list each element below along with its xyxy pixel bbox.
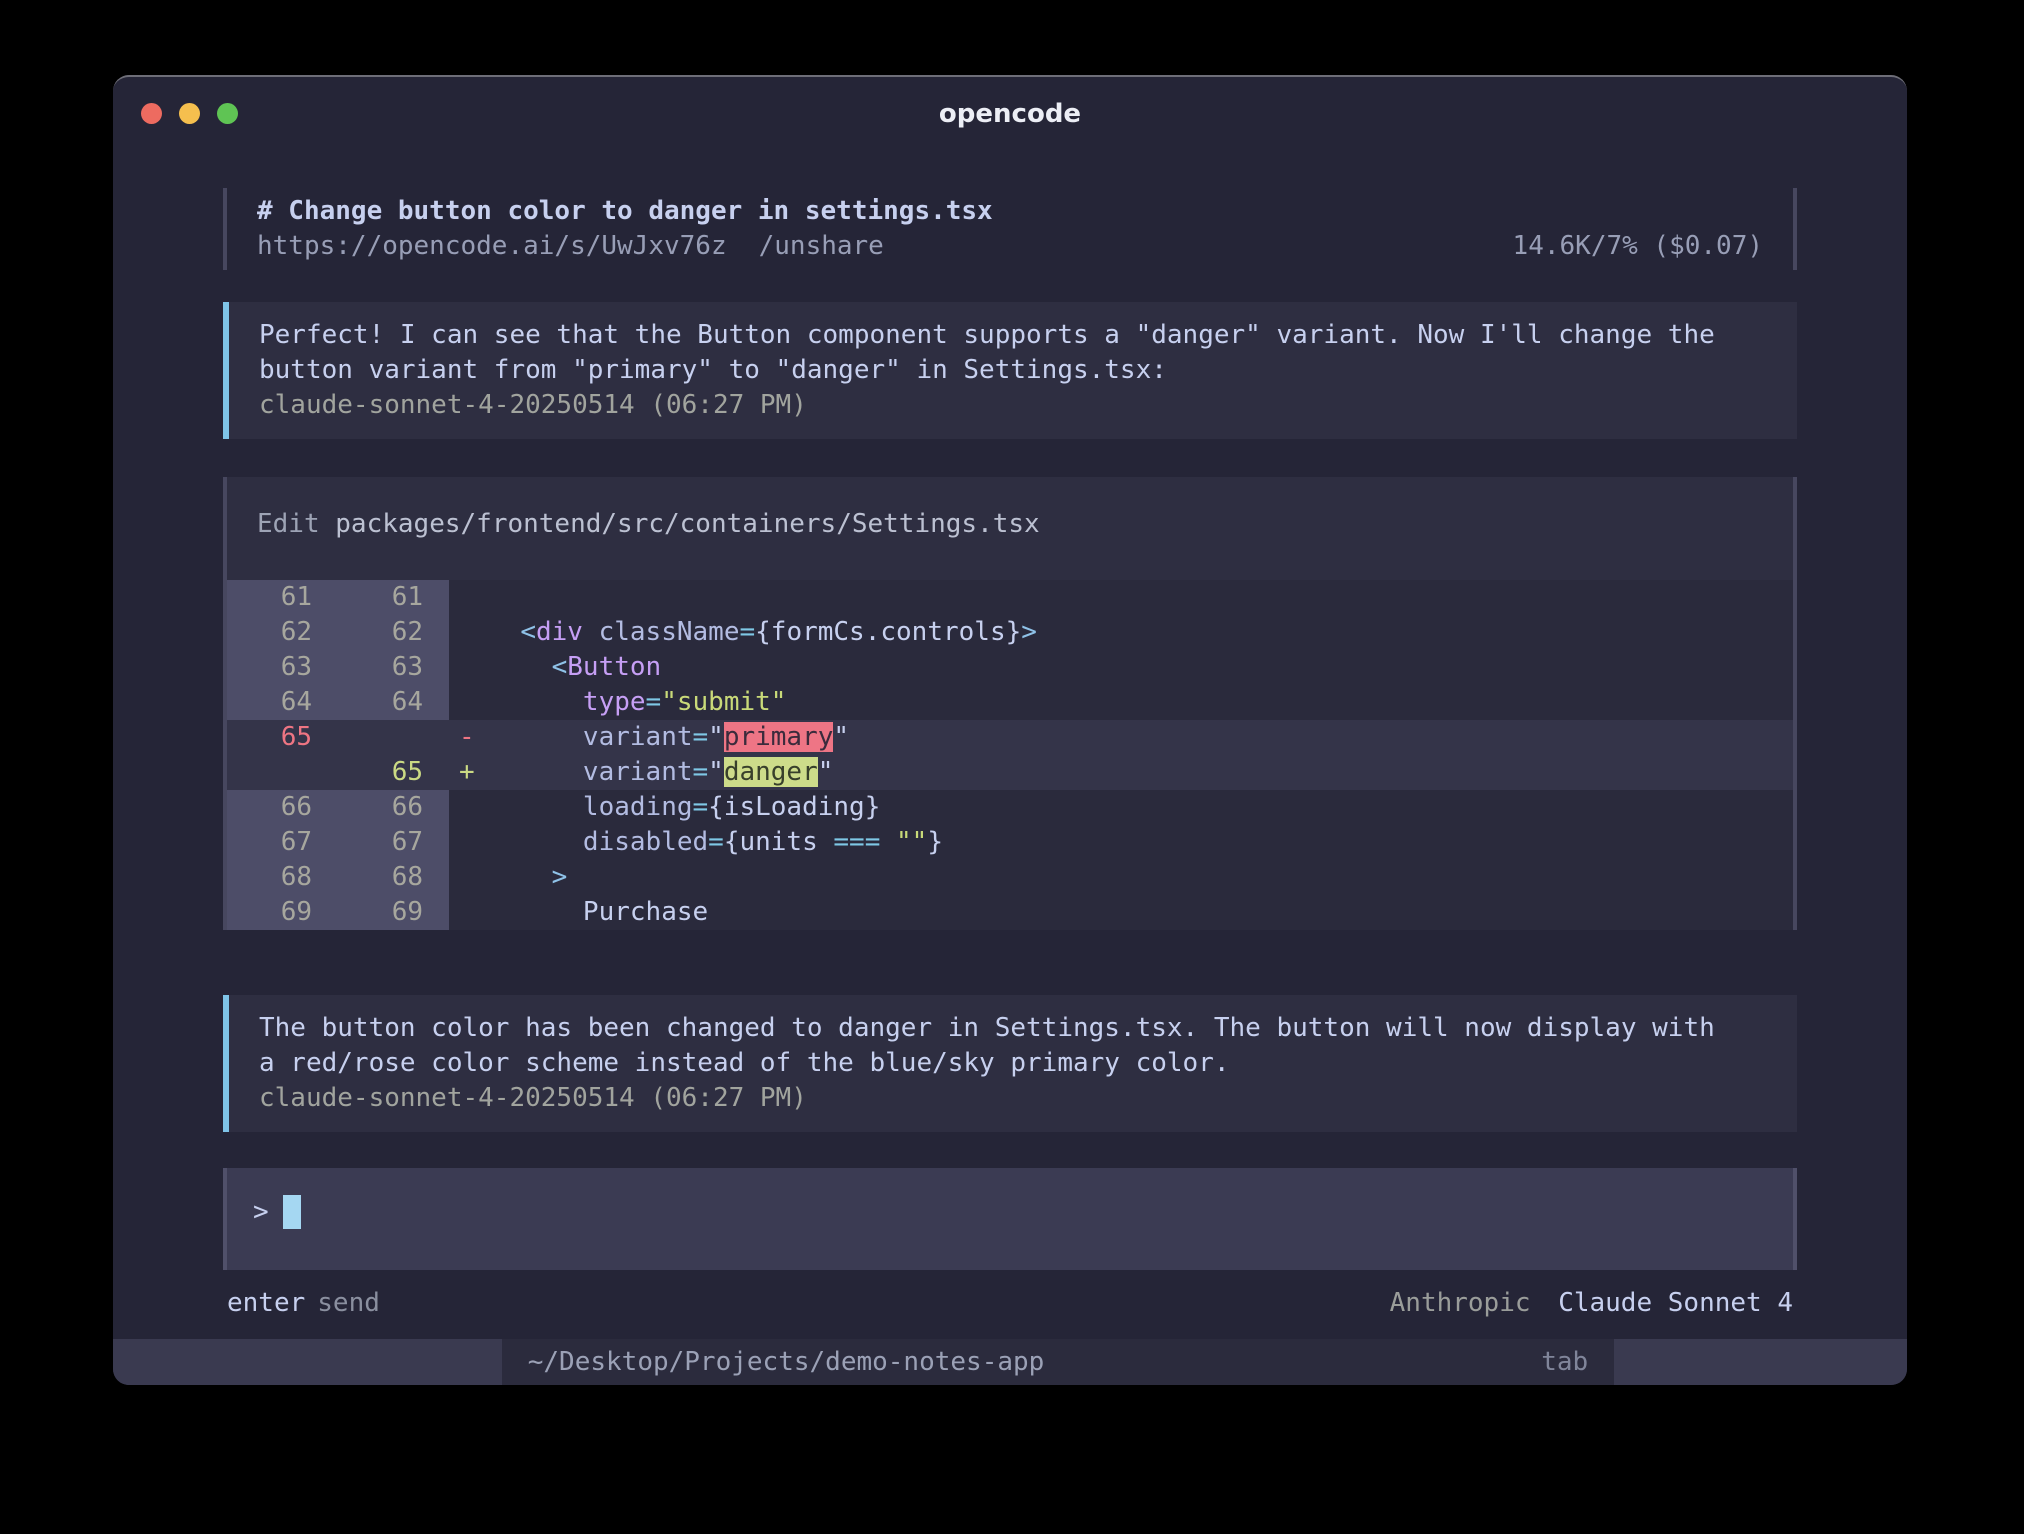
- diff-header: Edit packages/frontend/src/containers/Se…: [227, 477, 1793, 580]
- diff-new-line-number: 69: [338, 895, 449, 930]
- text-cursor: [283, 1195, 301, 1229]
- diff-code-line: <div className={formCs.controls}>: [489, 615, 1793, 650]
- diff-new-line-number: [338, 720, 449, 755]
- diff-old-line-number: 67: [227, 825, 338, 860]
- app-version-chip: opencodev0.3.11: [113, 1339, 502, 1385]
- diff-new-line-number: 64: [338, 685, 449, 720]
- diff-new-line-number: 65: [338, 755, 449, 790]
- edit-tool-diff: Edit packages/frontend/src/containers/Se…: [223, 477, 1797, 930]
- diff-old-line-number: [227, 755, 338, 790]
- prompt-input[interactable]: >: [223, 1168, 1797, 1270]
- status-bar: opencodev0.3.11 ~/Desktop/Projects/demo-…: [113, 1339, 1907, 1385]
- diff-row: 6464 type="submit": [227, 685, 1793, 720]
- diff-change-marker: -: [449, 720, 489, 755]
- diff-new-line-number: 63: [338, 650, 449, 685]
- diff-row: 6363 <Button: [227, 650, 1793, 685]
- diff-new-line-number: 61: [338, 580, 449, 615]
- tab-key-hint: tab: [1541, 1339, 1588, 1385]
- diff-code-line: disabled={units === ""}: [489, 825, 1793, 860]
- message-text-line: button variant from "primary" to "danger…: [259, 353, 1767, 388]
- diff-change-marker: [449, 825, 489, 860]
- app-window: opencode # Change button color to danger…: [113, 75, 1907, 1385]
- prompt-chevron: >: [253, 1197, 269, 1227]
- diff-action-label: Edit: [257, 509, 320, 539]
- diff-code-line: variant="danger": [489, 755, 1793, 790]
- diff-new-line-number: 68: [338, 860, 449, 895]
- diff-code-line: Purchase: [489, 895, 1793, 930]
- share-url-link[interactable]: https://opencode.ai/s/UwJxv76z: [257, 229, 727, 264]
- session-header: # Change button color to danger in setti…: [223, 188, 1797, 270]
- mode-chip: BUILDMODE: [1614, 1339, 1907, 1385]
- diff-change-marker: [449, 580, 489, 615]
- diff-code-line: variant="primary": [489, 720, 1793, 755]
- provider-name: Anthropic: [1390, 1288, 1531, 1318]
- window-title: opencode: [113, 99, 1907, 129]
- diff-row: 6262 <div className={formCs.controls}>: [227, 615, 1793, 650]
- working-directory: ~/Desktop/Projects/demo-notes-app: [528, 1339, 1045, 1385]
- diff-row: 6666 loading={isLoading}: [227, 790, 1793, 825]
- diff-code-line: >: [489, 860, 1793, 895]
- diff-change-marker: [449, 615, 489, 650]
- message-text-line: The button color has been changed to dan…: [259, 1011, 1767, 1046]
- diff-change-marker: [449, 790, 489, 825]
- diff-change-marker: +: [449, 755, 489, 790]
- diff-row: 6969 Purchase: [227, 895, 1793, 930]
- session-title: # Change button color to danger in setti…: [257, 194, 993, 229]
- diff-code-line: <Button: [489, 650, 1793, 685]
- message-model-timestamp: claude-sonnet-4-20250514 (06:27 PM): [259, 1081, 1767, 1116]
- diff-row: 65 - variant="primary": [227, 720, 1793, 755]
- diff-row: 65+ variant="danger": [227, 755, 1793, 790]
- diff-change-marker: [449, 650, 489, 685]
- diff-old-line-number: 65: [227, 720, 338, 755]
- diff-row: 6161: [227, 580, 1793, 615]
- assistant-message: The button color has been changed to dan…: [223, 995, 1797, 1132]
- enter-key-hint: enter: [227, 1285, 305, 1321]
- diff-row: 6868 >: [227, 860, 1793, 895]
- diff-new-line-number: 67: [338, 825, 449, 860]
- diff-old-line-number: 62: [227, 615, 338, 650]
- title-bar: opencode: [113, 77, 1907, 147]
- diff-old-line-number: 68: [227, 860, 338, 895]
- model-name: Claude Sonnet 4: [1558, 1288, 1793, 1318]
- send-action-hint: send: [317, 1285, 380, 1321]
- diff-row: 6767 disabled={units === ""}: [227, 825, 1793, 860]
- diff-code-line: loading={isLoading}: [489, 790, 1793, 825]
- diff-old-line-number: 64: [227, 685, 338, 720]
- diff-rows: 61616262 <div className={formCs.controls…: [227, 580, 1793, 930]
- diff-new-line-number: 66: [338, 790, 449, 825]
- diff-change-marker: [449, 860, 489, 895]
- diff-change-marker: [449, 685, 489, 720]
- message-text-line: a red/rose color scheme instead of the b…: [259, 1046, 1767, 1081]
- diff-code-line: type="submit": [489, 685, 1793, 720]
- diff-code-line: [489, 580, 1793, 615]
- message-text-line: Perfect! I can see that the Button compo…: [259, 318, 1767, 353]
- diff-old-line-number: 61: [227, 580, 338, 615]
- diff-change-marker: [449, 895, 489, 930]
- unshare-command[interactable]: /unshare: [759, 229, 884, 264]
- diff-old-line-number: 66: [227, 790, 338, 825]
- diff-file-path: packages/frontend/src/containers/Setting…: [335, 509, 1039, 539]
- session-content: # Change button color to danger in setti…: [113, 188, 1907, 1321]
- footer-hints: enter send Anthropic Claude Sonnet 4: [223, 1285, 1797, 1321]
- assistant-message: Perfect! I can see that the Button compo…: [223, 302, 1797, 439]
- diff-new-line-number: 62: [338, 615, 449, 650]
- model-indicator: Anthropic Claude Sonnet 4: [1390, 1285, 1793, 1321]
- diff-old-line-number: 69: [227, 895, 338, 930]
- message-model-timestamp: claude-sonnet-4-20250514 (06:27 PM): [259, 388, 1767, 423]
- diff-old-line-number: 63: [227, 650, 338, 685]
- token-cost-stats: 14.6K/7% ($0.07): [1513, 229, 1763, 264]
